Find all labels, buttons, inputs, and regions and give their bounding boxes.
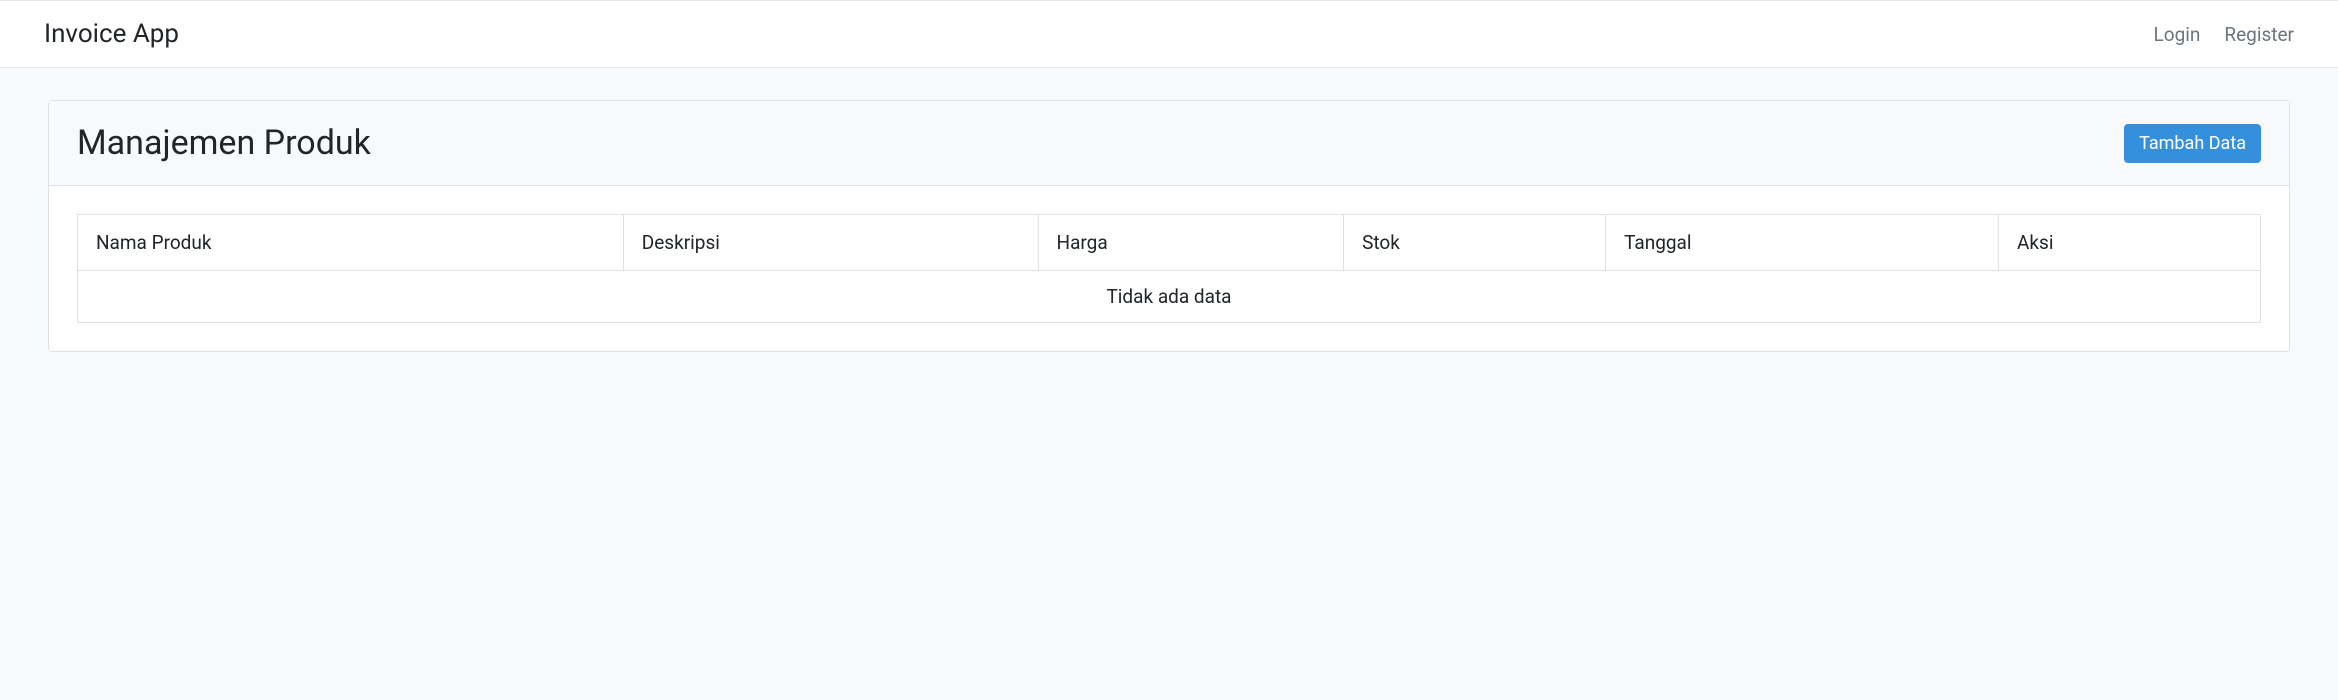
table-row-empty: Tidak ada data [78, 271, 2261, 323]
product-card: Manajemen Produk Tambah Data Nama Produk… [48, 100, 2290, 352]
main-container: Manajemen Produk Tambah Data Nama Produk… [0, 68, 2338, 384]
card-body: Nama Produk Deskripsi Harga Stok Tanggal… [49, 186, 2289, 351]
nav-item: Login [2154, 23, 2201, 46]
empty-message: Tidak ada data [78, 271, 2261, 323]
navbar-brand[interactable]: Invoice App [44, 19, 179, 49]
col-nama-produk: Nama Produk [78, 215, 624, 271]
navbar: Invoice App Login Register [0, 0, 2338, 68]
col-stok: Stok [1344, 215, 1606, 271]
page-title: Manajemen Produk [77, 123, 371, 163]
col-tanggal: Tanggal [1606, 215, 1999, 271]
register-link[interactable]: Register [2224, 23, 2294, 46]
navbar-nav: Login Register [2154, 23, 2294, 46]
card-header: Manajemen Produk Tambah Data [49, 101, 2289, 186]
table-header-row: Nama Produk Deskripsi Harga Stok Tanggal… [78, 215, 2261, 271]
col-deskripsi: Deskripsi [623, 215, 1038, 271]
add-data-button[interactable]: Tambah Data [2124, 124, 2261, 163]
table-head: Nama Produk Deskripsi Harga Stok Tanggal… [78, 215, 2261, 271]
product-table: Nama Produk Deskripsi Harga Stok Tanggal… [77, 214, 2261, 323]
nav-item: Register [2224, 23, 2294, 46]
table-body: Tidak ada data [78, 271, 2261, 323]
col-harga: Harga [1038, 215, 1344, 271]
col-aksi: Aksi [1999, 215, 2261, 271]
login-link[interactable]: Login [2154, 23, 2201, 46]
